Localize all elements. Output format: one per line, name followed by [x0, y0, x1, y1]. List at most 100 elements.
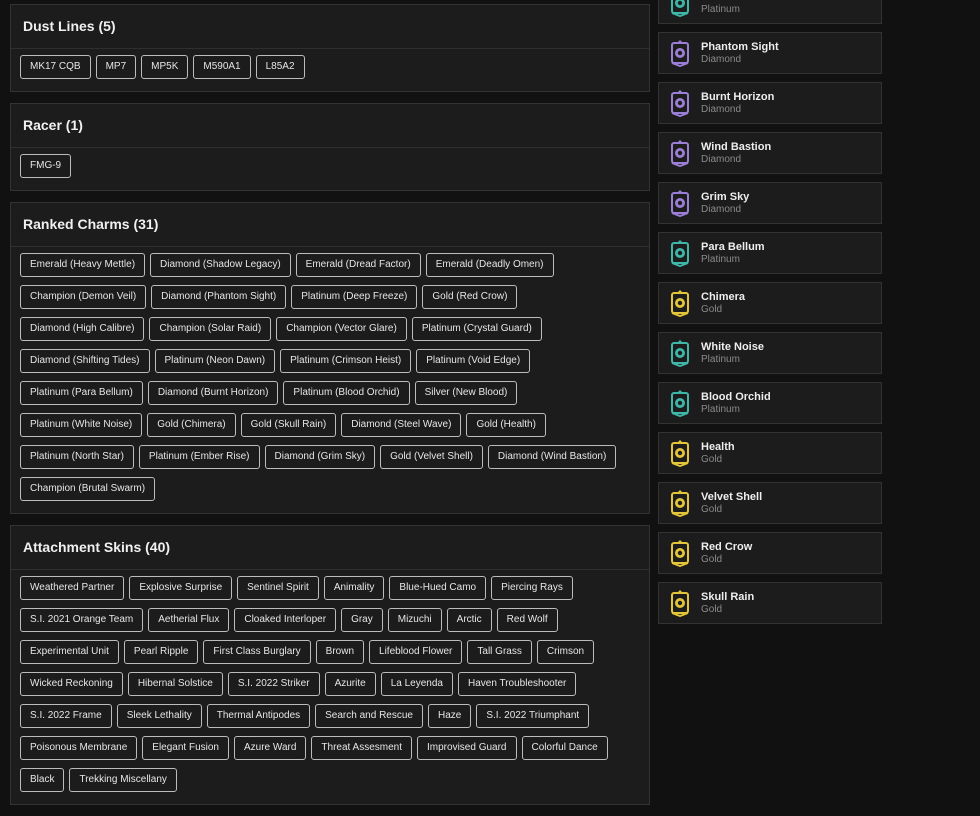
- item-tag[interactable]: Platinum (Ember Rise): [138, 445, 260, 469]
- item-tag[interactable]: Piercing Rays: [491, 576, 573, 600]
- item-tag[interactable]: Azurite: [324, 672, 376, 696]
- item-tag[interactable]: Gold (Chimera): [147, 413, 236, 437]
- charm-card[interactable]: Chimera Gold: [658, 282, 882, 324]
- item-tag[interactable]: Hibernal Solstice: [127, 672, 223, 696]
- section-attachment-skins: Attachment Skins (40) Weathered Partner E…: [10, 525, 650, 805]
- item-tag[interactable]: Diamond (Phantom Sight): [151, 285, 287, 309]
- item-tag[interactable]: Gray: [341, 608, 383, 632]
- item-tag[interactable]: Gold (Skull Rain): [240, 413, 337, 437]
- item-tag[interactable]: Animality: [323, 576, 385, 600]
- item-tag[interactable]: Poisonous Membrane: [20, 736, 138, 760]
- item-tag[interactable]: Search and Rescue: [315, 704, 423, 728]
- item-tag[interactable]: Tall Grass: [467, 640, 532, 664]
- item-tag[interactable]: Platinum (Void Edge): [416, 349, 531, 373]
- item-tag[interactable]: Azure Ward: [234, 736, 307, 760]
- item-tag[interactable]: MP5K: [141, 55, 189, 79]
- item-tag[interactable]: Diamond (Shadow Legacy): [150, 253, 291, 277]
- item-tag[interactable]: Gold (Red Crow): [422, 285, 518, 309]
- diamond-charm-icon: [671, 90, 689, 117]
- item-tag[interactable]: Champion (Brutal Swarm): [20, 477, 156, 501]
- item-tag[interactable]: Brown: [315, 640, 365, 664]
- charm-card[interactable]: Health Gold: [658, 432, 882, 474]
- item-tag[interactable]: Black: [20, 768, 65, 792]
- item-tag[interactable]: MK17 CQB: [20, 55, 91, 79]
- charm-name: Blood Orchid: [701, 390, 771, 403]
- item-tag[interactable]: Champion (Solar Raid): [149, 317, 272, 341]
- item-tag[interactable]: Diamond (Burnt Horizon): [147, 381, 279, 405]
- item-tag[interactable]: Diamond (Shifting Tides): [20, 349, 150, 373]
- item-tag[interactable]: Emerald (Dread Factor): [295, 253, 421, 277]
- charm-card[interactable]: Para Bellum Platinum: [658, 232, 882, 274]
- item-tag[interactable]: Trekking Miscellany: [69, 768, 177, 792]
- charm-rank: Gold: [701, 503, 723, 515]
- charm-list: Ember RisePlatinum Phantom SightDiamond Bu…: [658, 0, 882, 632]
- charm-card[interactable]: Ember RisePlatinum: [658, 0, 882, 24]
- charm-card[interactable]: Burnt Horizon Diamond: [658, 82, 882, 124]
- charm-rank: Diamond: [701, 203, 742, 215]
- item-tag[interactable]: Gold (Velvet Shell): [380, 445, 483, 469]
- item-tag[interactable]: Platinum (North Star): [20, 445, 134, 469]
- item-tag[interactable]: La Leyenda: [380, 672, 453, 696]
- item-tag[interactable]: Platinum (Blood Orchid): [283, 381, 410, 405]
- item-tag[interactable]: Explosive Surprise: [129, 576, 233, 600]
- item-tag[interactable]: Threat Assesment: [311, 736, 413, 760]
- item-tag[interactable]: Haze: [427, 704, 472, 728]
- item-tag[interactable]: Thermal Antipodes: [206, 704, 311, 728]
- item-tag[interactable]: Platinum (Deep Freeze): [291, 285, 418, 309]
- item-tag[interactable]: M590A1: [193, 55, 251, 79]
- item-tag[interactable]: FMG-9: [20, 154, 72, 178]
- item-tag[interactable]: Platinum (White Noise): [20, 413, 143, 437]
- charm-card[interactable]: Velvet Shell Gold: [658, 482, 882, 524]
- charm-card[interactable]: White Noise Platinum: [658, 332, 882, 374]
- item-tag[interactable]: Red Wolf: [496, 608, 558, 632]
- item-tag[interactable]: Sentinel Spirit: [237, 576, 319, 600]
- item-tag[interactable]: Lifeblood Flower: [369, 640, 463, 664]
- charm-card[interactable]: Phantom Sight Diamond: [658, 32, 882, 74]
- item-tag[interactable]: Champion (Demon Veil): [20, 285, 147, 309]
- item-tag[interactable]: Emerald (Deadly Omen): [425, 253, 554, 277]
- item-tag[interactable]: Pearl Ripple: [123, 640, 199, 664]
- item-tag[interactable]: Elegant Fusion: [142, 736, 229, 760]
- gold-charm-icon: [671, 490, 689, 517]
- charm-card[interactable]: Skull Rain Gold: [658, 582, 882, 624]
- item-tag[interactable]: Diamond (High Calibre): [20, 317, 145, 341]
- item-tag[interactable]: Diamond (Steel Wave): [341, 413, 462, 437]
- item-tag[interactable]: Cloaked Interloper: [234, 608, 337, 632]
- item-tag[interactable]: First Class Burglary: [203, 640, 311, 664]
- item-tag[interactable]: Sleek Lethality: [116, 704, 202, 728]
- item-tag[interactable]: S.I. 2022 Frame: [20, 704, 112, 728]
- item-tag[interactable]: Emerald (Heavy Mettle): [20, 253, 146, 277]
- item-tag[interactable]: Arctic: [446, 608, 492, 632]
- item-tag[interactable]: Diamond (Wind Bastion): [487, 445, 617, 469]
- item-tag[interactable]: Platinum (Crimson Heist): [280, 349, 412, 373]
- item-tag[interactable]: Platinum (Neon Dawn): [154, 349, 276, 373]
- platinum-charm-icon: [671, 240, 689, 267]
- item-tag[interactable]: Aetherial Flux: [148, 608, 230, 632]
- item-tag[interactable]: Wicked Reckoning: [20, 672, 123, 696]
- charm-card[interactable]: Wind Bastion Diamond: [658, 132, 882, 174]
- item-tag[interactable]: Mizuchi: [387, 608, 442, 632]
- item-tag[interactable]: Platinum (Crystal Guard): [411, 317, 542, 341]
- item-tag[interactable]: Silver (New Blood): [414, 381, 518, 405]
- item-tag[interactable]: Crimson: [536, 640, 595, 664]
- item-tag[interactable]: Diamond (Grim Sky): [264, 445, 376, 469]
- item-tag[interactable]: Platinum (Para Bellum): [20, 381, 143, 405]
- item-tag[interactable]: Champion (Vector Glare): [276, 317, 407, 341]
- item-tag[interactable]: Haven Troubleshooter: [457, 672, 577, 696]
- item-tag[interactable]: S.I. 2021 Orange Team: [20, 608, 144, 632]
- item-tag[interactable]: Weathered Partner: [20, 576, 125, 600]
- item-tag[interactable]: Improvised Guard: [417, 736, 517, 760]
- charm-card[interactable]: Red Crow Gold: [658, 532, 882, 574]
- diamond-charm-icon: [671, 190, 689, 217]
- charm-card[interactable]: Blood Orchid Platinum: [658, 382, 882, 424]
- item-tag[interactable]: L85A2: [255, 55, 305, 79]
- item-tag[interactable]: Gold (Health): [466, 413, 546, 437]
- item-tag[interactable]: S.I. 2022 Triumphant: [476, 704, 590, 728]
- platinum-charm-icon: [671, 340, 689, 367]
- item-tag[interactable]: Experimental Unit: [20, 640, 119, 664]
- item-tag[interactable]: Blue-Hued Camo: [389, 576, 487, 600]
- item-tag[interactable]: Colorful Dance: [521, 736, 608, 760]
- item-tag[interactable]: MP7: [95, 55, 137, 79]
- item-tag[interactable]: S.I. 2022 Striker: [227, 672, 320, 696]
- charm-card[interactable]: Grim Sky Diamond: [658, 182, 882, 224]
